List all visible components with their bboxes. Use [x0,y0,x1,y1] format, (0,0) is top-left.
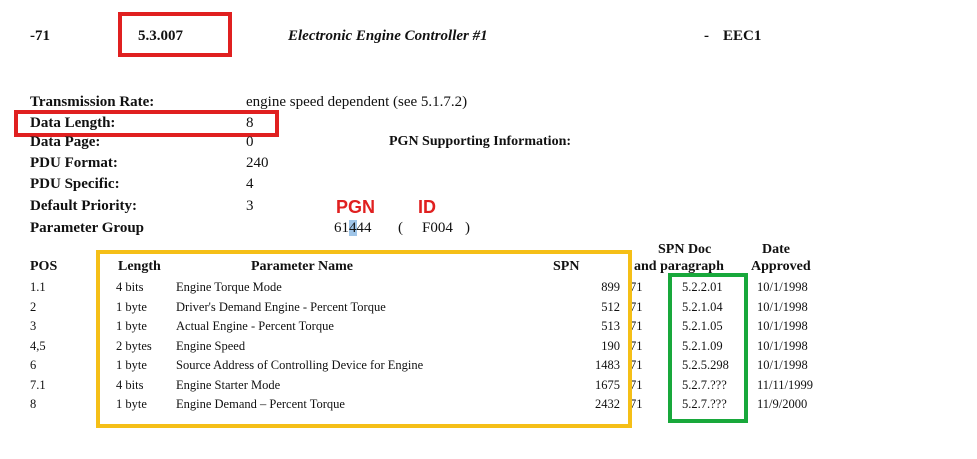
row-pos: 1.1 [30,280,46,294]
pdu-format-value: 240 [246,155,269,171]
pgn-value-highlighted-digit: 4 [349,220,357,236]
id-value: F004 [422,220,453,236]
doc-number: -71 [30,28,50,44]
pgn-abbreviation: EEC1 [723,28,762,44]
default-priority-label: Default Priority: [30,198,138,214]
pgn-value: 61444 [334,220,372,237]
row-date: 10/1/1998 [757,358,808,372]
pgn-value-suffix: 44 [356,220,372,236]
pgn-annotation: PGN [336,197,376,217]
row-pos: 8 [30,397,37,411]
pdu-specific-value: 4 [246,176,254,192]
row-pos: 6 [30,358,37,372]
pgn-supporting-info-label: PGN Supporting Information: [389,134,572,149]
id-open-paren: ( [398,220,403,236]
id-annotation: ID [418,197,436,217]
id-close-paren: ) [465,220,470,236]
row-date: 10/1/1998 [757,299,808,314]
row-date: 10/1/1998 [757,338,808,353]
row-date: 11/9/2000 [757,397,808,411]
row-date: 10/1/1998 [757,280,808,294]
title-dash: - [704,28,709,44]
paragraph-highlight-box [118,12,232,57]
row-pos: 7.1 [30,377,46,392]
data-page-value: 0 [246,134,254,150]
transmission-rate-label: Transmission Rate: [30,94,155,110]
data-page-label: Data Page: [30,134,101,150]
row-date: 10/1/1998 [757,319,808,333]
row-pos: 4,5 [30,338,46,353]
data-length-highlight-box [14,110,279,137]
row-pos: 3 [30,319,37,333]
row-pos: 2 [30,299,37,314]
row-date: 11/11/1999 [757,377,814,392]
pdu-specific-label: PDU Specific: [30,176,120,192]
pos-header: POS [30,259,58,274]
transmission-rate-value: engine speed dependent (see 5.1.7.2) [246,94,468,110]
spn-paragraph-highlight-box [668,273,748,423]
spn-doc-header-line1: SPN Doc [658,242,712,257]
pgn-title: Electronic Engine Controller #1 [288,28,488,44]
pdu-format-label: PDU Format: [30,155,118,171]
parameter-highlight-box [96,250,632,428]
date-header-line2: Approved [751,259,811,274]
pgn-value-prefix: 61 [334,220,349,236]
date-header-line1: Date [762,242,790,257]
parameter-group-label: Parameter Group [30,220,145,236]
default-priority-value: 3 [246,198,254,214]
